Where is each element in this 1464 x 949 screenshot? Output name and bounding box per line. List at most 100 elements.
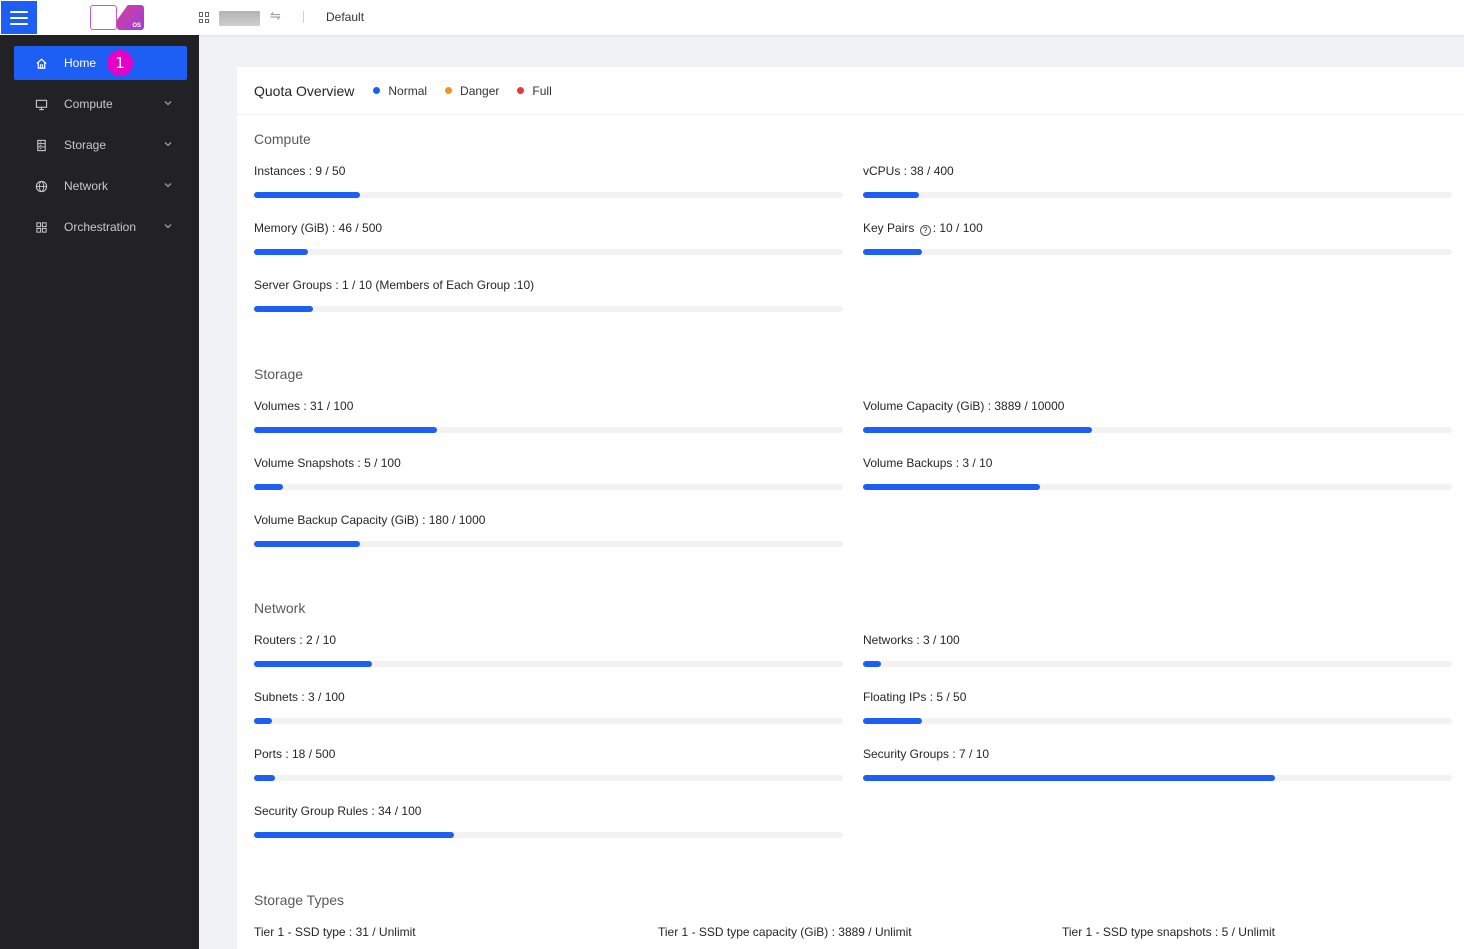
quota-label: vCPUs : 38 / 400 (863, 164, 954, 178)
progress-fill (254, 306, 313, 312)
monitor-icon (34, 97, 48, 111)
progress-fill (254, 661, 372, 667)
storage-type-item: Tier 1 - SSD type : 31 / Unlimit (254, 925, 416, 939)
sidebar-item-label: Home (64, 56, 97, 70)
step-badge: 1 (107, 50, 133, 76)
sidebar-item-label: Network (64, 179, 109, 193)
legend-danger: Danger (445, 84, 499, 98)
progress-track (254, 718, 843, 724)
project-name-redacted[interactable] (219, 11, 260, 26)
progress-track (254, 775, 843, 781)
quota-label: Routers : 2 / 10 (254, 633, 337, 647)
storage-type-item: Tier 1 - SSD type capacity (GiB) : 3889 … (658, 925, 912, 939)
chevron-down-icon (164, 183, 172, 188)
quota-label: Ports : 18 / 500 (254, 747, 336, 761)
section-title-compute: Compute (254, 131, 311, 147)
section-title-storage-types: Storage Types (254, 892, 345, 908)
chevron-down-icon (164, 142, 172, 147)
progress-track (254, 484, 843, 490)
legend-dot (517, 87, 525, 94)
quota-label: Memory (GiB) : 46 / 500 (254, 221, 383, 235)
sidebar-item-storage[interactable]: Storage (14, 128, 187, 162)
section-title-network: Network (254, 600, 306, 616)
quota-floating-ips: Floating IPs : 5 / 50 (863, 690, 1452, 724)
progress-fill (863, 249, 922, 255)
hamburger-menu-icon[interactable] (1, 1, 37, 34)
quota-label: Key Pairs ?: 10 / 100 (863, 221, 983, 236)
quota-label: Security Groups : 7 / 10 (863, 747, 990, 761)
section-title-storage: Storage (254, 366, 304, 382)
sidebar-item-home[interactable]: Home 1 (14, 46, 187, 80)
chevron-down-icon (164, 101, 172, 106)
domain-label: Default (326, 10, 365, 24)
quota-label: Server Groups : 1 / 10 (Members of Each … (254, 278, 535, 292)
legend-dot (445, 87, 453, 94)
progress-fill (863, 718, 922, 724)
progress-track (863, 249, 1452, 255)
sidebar-item-label: Compute (64, 97, 113, 111)
quota-volume-backup-capacity: Volume Backup Capacity (GiB) : 180 / 100… (254, 513, 843, 547)
legend-full: Full (517, 84, 552, 98)
progress-fill (254, 718, 272, 724)
sidebar-item-compute[interactable]: Compute (14, 87, 187, 121)
progress-track (254, 306, 843, 312)
sidebar-item-orchestration[interactable]: Orchestration (14, 210, 187, 244)
grid-icon (34, 220, 48, 234)
quota-key-pairs: Key Pairs ?: 10 / 100 (863, 221, 1452, 255)
quota-volume-capacity: Volume Capacity (GiB) : 3889 / 10000 (863, 399, 1452, 433)
progress-track (254, 427, 843, 433)
quota-volumes: Volumes : 31 / 100 (254, 399, 843, 433)
quota-security-group-rules: Security Group Rules : 34 / 100 (254, 804, 843, 838)
progress-track (863, 427, 1452, 433)
quota-memory: Memory (GiB) : 46 / 500 (254, 221, 843, 255)
progress-fill (254, 427, 437, 433)
progress-fill (254, 484, 284, 490)
quota-vcpus: vCPUs : 38 / 400 (863, 164, 1452, 198)
switch-project-icon[interactable]: ⇋ (270, 8, 281, 24)
quota-security-groups: Security Groups : 7 / 10 (863, 747, 1452, 781)
progress-fill (254, 832, 455, 838)
quota-server-groups: Server Groups : 1 / 10 (Members of Each … (254, 278, 843, 312)
quota-overview-card: Quota Overview Normal Danger Full Comput… (237, 67, 1464, 949)
progress-fill (863, 775, 1276, 781)
quota-ports: Ports : 18 / 500 (254, 747, 843, 781)
progress-track (863, 718, 1452, 724)
progress-fill (254, 775, 276, 781)
sidebar-item-network[interactable]: Network (14, 169, 187, 203)
project-grid-icon[interactable] (199, 12, 210, 23)
quota-label: Volumes : 31 / 100 (254, 399, 354, 413)
progress-fill (863, 661, 881, 667)
progress-track (254, 192, 843, 198)
progress-track (863, 661, 1452, 667)
divider (303, 11, 304, 23)
quota-label: Security Group Rules : 34 / 100 (254, 804, 422, 818)
progress-fill (863, 427, 1093, 433)
quota-volume-snapshots: Volume Snapshots : 5 / 100 (254, 456, 843, 490)
globe-icon (34, 179, 48, 193)
quota-volume-backups: Volume Backups : 3 / 10 (863, 456, 1452, 490)
card-header: Quota Overview Normal Danger Full (237, 67, 1464, 115)
progress-fill (254, 249, 309, 255)
quota-label: Volume Capacity (GiB) : 3889 / 10000 (863, 399, 1065, 413)
progress-track (863, 192, 1452, 198)
card-title: Quota Overview (254, 82, 355, 99)
database-icon (34, 138, 48, 152)
quota-subnets: Subnets : 3 / 100 (254, 690, 843, 724)
logo[interactable]: OS (90, 5, 146, 31)
sidebar: Home 1 Compute Storage Network Orchestra… (0, 35, 199, 949)
progress-fill (863, 484, 1040, 490)
quota-label: Volume Snapshots : 5 / 100 (254, 456, 401, 470)
sidebar-item-label: Storage (64, 138, 107, 152)
quota-label: Volume Backup Capacity (GiB) : 180 / 100… (254, 513, 486, 527)
legend: Normal Danger Full (373, 84, 569, 98)
progress-fill (254, 192, 361, 198)
storage-type-item: Tier 1 - SSD type snapshots : 5 / Unlimi… (1062, 925, 1275, 939)
progress-track (254, 832, 843, 838)
sidebar-item-label: Orchestration (64, 220, 137, 234)
progress-fill (254, 541, 361, 547)
legend-dot (373, 87, 381, 94)
quota-label: Floating IPs : 5 / 50 (863, 690, 967, 704)
quota-networks: Networks : 3 / 100 (863, 633, 1452, 667)
help-icon[interactable]: ? (919, 225, 931, 236)
quota-label: Instances : 9 / 50 (254, 164, 346, 178)
